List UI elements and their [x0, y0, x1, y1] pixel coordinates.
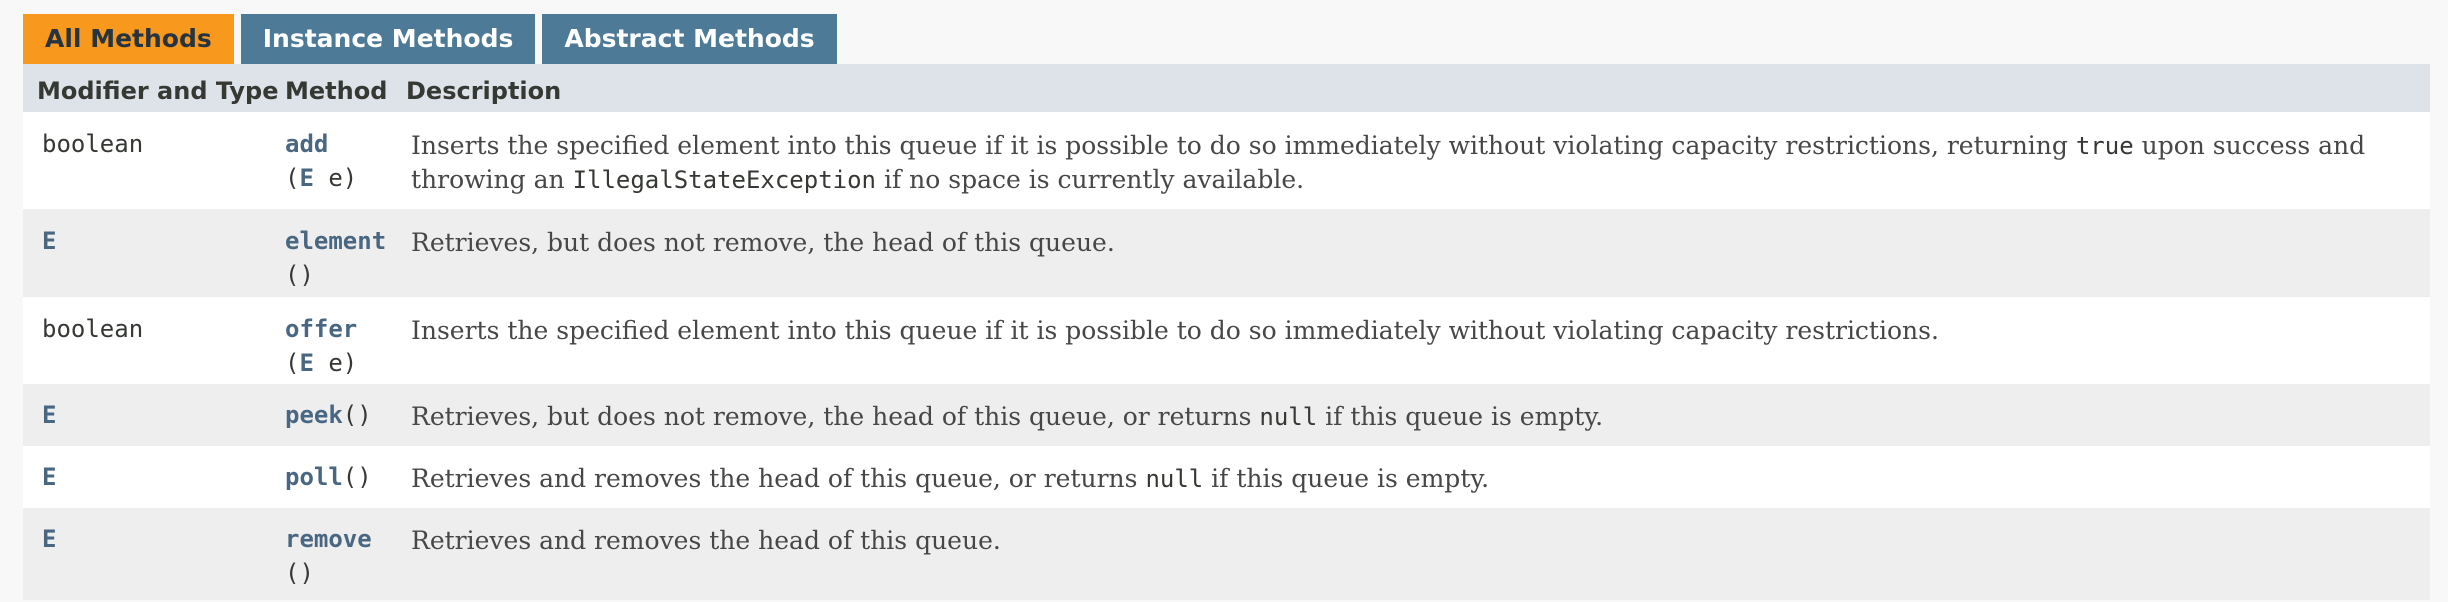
method-signature: add (E e) — [285, 130, 358, 192]
method-description: Retrieves and removes the head of this q… — [411, 464, 1490, 493]
column-header-description: Description — [406, 77, 562, 105]
method-description: Retrieves and removes the head of this q… — [411, 526, 1001, 555]
table-row: E element () Retrieves, but does not rem… — [23, 209, 2430, 297]
method-signature: peek() — [285, 401, 372, 429]
tab-abstract-methods[interactable]: Abstract Methods — [542, 14, 837, 64]
method-link-peek[interactable]: peek — [285, 401, 343, 429]
param-type-link[interactable]: E — [299, 164, 313, 192]
method-tabs: All Methods Instance Methods Abstract Me… — [23, 14, 844, 64]
method-description: Retrieves, but does not remove, the head… — [411, 228, 1115, 257]
return-type-link[interactable]: E — [42, 398, 56, 432]
method-signature: offer (E e) — [285, 315, 358, 377]
method-link-remove[interactable]: remove — [285, 525, 372, 553]
table-row: boolean add (E e) Inserts the specified … — [23, 112, 2430, 209]
return-type: boolean — [42, 130, 144, 158]
tab-instance-methods[interactable]: Instance Methods — [240, 14, 536, 64]
return-type: boolean — [42, 315, 144, 343]
column-header-modifier: Modifier and Type — [37, 77, 279, 105]
method-description: Retrieves, but does not remove, the head… — [411, 402, 1604, 431]
column-header-method: Method — [285, 77, 388, 105]
table-row: E remove () Retrieves and removes the he… — [23, 508, 2430, 600]
return-type-link[interactable]: E — [42, 460, 56, 494]
method-summary-table: Modifier and Type Method Description boo… — [23, 64, 2430, 600]
method-link-offer[interactable]: offer — [285, 315, 357, 343]
table-row: E peek() Retrieves, but does not remove,… — [23, 384, 2430, 446]
method-signature: poll() — [285, 463, 372, 491]
method-description: Inserts the specified element into this … — [411, 131, 2366, 194]
method-signature: remove () — [285, 525, 372, 587]
table-row: E poll() Retrieves and removes the head … — [23, 446, 2430, 508]
table-header: Modifier and Type Method Description — [23, 64, 2430, 112]
method-link-add[interactable]: add — [285, 130, 328, 158]
return-type-link[interactable]: E — [42, 224, 56, 258]
table-row: boolean offer (E e) Inserts the specifie… — [23, 297, 2430, 384]
return-type-link[interactable]: E — [42, 522, 56, 556]
tab-all-methods[interactable]: All Methods — [23, 14, 234, 64]
param-type-link[interactable]: E — [299, 349, 313, 377]
method-signature: element () — [285, 227, 387, 289]
method-description: Inserts the specified element into this … — [411, 316, 1939, 345]
method-link-poll[interactable]: poll — [285, 463, 343, 491]
method-link-element[interactable]: element — [285, 227, 386, 255]
